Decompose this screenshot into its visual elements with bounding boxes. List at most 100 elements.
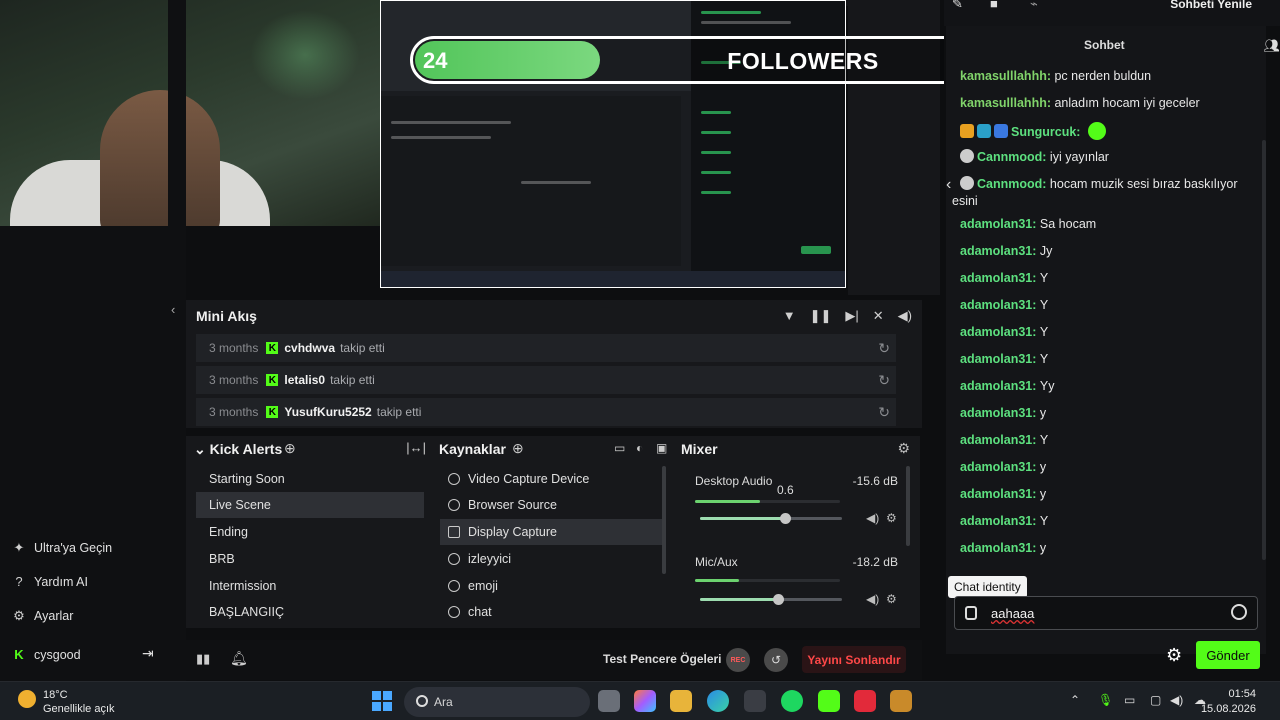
network-icon[interactable]: ▢ xyxy=(1150,693,1161,707)
window-icon[interactable]: ▭ xyxy=(614,441,625,455)
chat-collapse-icon[interactable]: ‹ xyxy=(946,176,951,194)
task-view-icon[interactable] xyxy=(598,690,620,712)
clock-time[interactable]: 01:54 xyxy=(1228,688,1256,700)
red-app-icon[interactable] xyxy=(854,690,876,712)
mixer-scrollbar[interactable] xyxy=(906,466,910,546)
volume-slider[interactable] xyxy=(700,598,842,601)
scene-transition-icon[interactable]: |↔| xyxy=(406,440,426,455)
clock-date[interactable]: 15.08.2026 xyxy=(1201,703,1256,715)
scene-item[interactable]: BAŞLANGIIÇ xyxy=(196,599,424,625)
game-app-icon[interactable] xyxy=(890,690,912,712)
pause-icon[interactable]: ❚❚ xyxy=(810,308,832,324)
edge-icon[interactable] xyxy=(707,690,729,712)
lock-icon[interactable]: ◐ xyxy=(636,441,643,455)
pen-icon[interactable]: ✎ xyxy=(952,0,963,12)
replay-icon[interactable]: ↻ xyxy=(878,404,890,421)
chat-username[interactable]: Cannmood xyxy=(977,150,1042,164)
chat-username[interactable]: adamolan31 xyxy=(960,298,1032,312)
taskbar-search[interactable]: Ara xyxy=(404,687,590,717)
add-scene-icon[interactable]: ⊕ xyxy=(284,440,296,457)
scene-item[interactable]: Starting Soon xyxy=(196,466,424,492)
chat-input[interactable]: aahaaa xyxy=(954,596,1258,630)
camera-icon[interactable]: ■ xyxy=(990,0,998,11)
collapse-arrow-icon[interactable]: ‹ xyxy=(171,302,175,317)
source-item[interactable]: Browser Source xyxy=(440,492,662,518)
file-explorer-icon[interactable] xyxy=(670,690,692,712)
tray-arrow-icon[interactable]: ⌃ xyxy=(1070,693,1080,707)
emoji-icon[interactable] xyxy=(1231,604,1247,620)
source-item[interactable]: izleyyici xyxy=(440,546,662,572)
source-item[interactable]: Video Capture Device xyxy=(440,466,662,492)
spotify-icon[interactable] xyxy=(781,690,803,712)
volume-slider[interactable] xyxy=(700,517,842,520)
replay-buffer-button[interactable]: ↺ xyxy=(764,648,788,672)
mic-icon[interactable]: 🎙︎ xyxy=(1098,693,1113,707)
chat-username[interactable]: adamolan31 xyxy=(960,325,1032,339)
weather-desc[interactable]: Genellikle açık xyxy=(43,703,115,715)
menu-help-ai[interactable]: ? Yardım AI xyxy=(12,574,88,589)
mute-alerts-icon[interactable]: ✕ xyxy=(873,308,884,324)
source-item[interactable]: chat xyxy=(440,599,662,625)
obs-icon[interactable] xyxy=(744,690,766,712)
chat-username[interactable]: adamolan31 xyxy=(960,352,1032,366)
start-icon[interactable] xyxy=(372,691,392,711)
source-item-active[interactable]: Display Capture xyxy=(440,519,662,545)
track-gear-icon[interactable]: ⚙ xyxy=(886,511,897,525)
send-button[interactable]: Gönder xyxy=(1196,641,1260,669)
volume-tray-icon[interactable]: ◀) xyxy=(1170,693,1183,707)
kick-app-icon[interactable] xyxy=(818,690,840,712)
chat-username[interactable]: kamasulllahhh xyxy=(960,69,1047,83)
chat-username[interactable]: adamolan31 xyxy=(960,379,1032,393)
source-item[interactable]: emoji xyxy=(440,573,662,599)
chat-username[interactable]: adamolan31 xyxy=(960,541,1032,555)
mixer-settings-icon[interactable]: ⚙ xyxy=(897,440,910,457)
weather-temp[interactable]: 18°C xyxy=(43,689,68,701)
track-gear-icon[interactable]: ⚙ xyxy=(886,592,897,606)
shield-icon[interactable] xyxy=(965,606,977,620)
replay-icon[interactable]: ↻ xyxy=(878,372,890,389)
chat-username[interactable]: adamolan31 xyxy=(960,406,1032,420)
users-icon[interactable]: 👥︎ xyxy=(1263,38,1280,54)
folder-icon[interactable]: ▣ xyxy=(656,441,667,455)
chat-username[interactable]: adamolan31 xyxy=(960,460,1032,474)
menu-ultra[interactable]: ✦ Ultra'ya Geçin xyxy=(12,540,113,556)
end-stream-button[interactable]: Yayını Sonlandır xyxy=(802,646,906,673)
add-source-icon[interactable]: ⊕ xyxy=(512,440,524,457)
skip-icon[interactable]: ▶| xyxy=(845,308,858,324)
scene-item[interactable]: BRB xyxy=(196,546,424,572)
chat-username[interactable]: adamolan31 xyxy=(960,514,1032,528)
copilot-icon[interactable] xyxy=(634,690,656,712)
chat-username[interactable]: adamolan31 xyxy=(960,487,1032,501)
menu-settings[interactable]: ⚙ Ayarlar xyxy=(12,608,73,624)
stats-icon[interactable]: ▮▮ xyxy=(196,651,210,667)
refresh-chat-link[interactable]: Sohbeti Yenile xyxy=(1170,0,1252,11)
chat-username[interactable]: Cannmood xyxy=(977,177,1042,191)
chat-username[interactable]: adamolan31 xyxy=(960,244,1032,258)
volume-icon[interactable]: ◀) xyxy=(898,308,912,324)
replay-icon[interactable]: ↻ xyxy=(878,340,890,357)
chat-username[interactable]: kamasulllahhh xyxy=(960,96,1047,110)
chat-username[interactable]: adamolan31 xyxy=(960,433,1032,447)
record-button[interactable]: REC xyxy=(726,648,750,672)
sources-scrollbar[interactable] xyxy=(662,466,666,574)
chat-username[interactable]: adamolan31 xyxy=(960,271,1032,285)
speaker-icon[interactable]: ◀) xyxy=(866,592,879,606)
scene-item[interactable]: Ending xyxy=(196,519,424,545)
volume-knob[interactable] xyxy=(773,594,785,605)
link-icon[interactable]: ⌁ xyxy=(1030,0,1038,12)
filter-icon[interactable]: ▼ xyxy=(783,308,796,324)
account-row[interactable]: K cysgood xyxy=(12,647,80,662)
weather-icon[interactable] xyxy=(18,690,36,708)
chat-settings-icon[interactable]: ⚙ xyxy=(1166,645,1182,666)
logout-icon[interactable]: ⇥ xyxy=(142,645,154,662)
volume-knob[interactable] xyxy=(780,513,792,524)
bell-icon[interactable]: 🔔︎ xyxy=(230,650,248,667)
scene-item[interactable]: Intermission xyxy=(196,573,424,599)
chat-scrollbar[interactable] xyxy=(1262,140,1266,560)
chat-username[interactable]: adamolan31 xyxy=(960,217,1032,231)
chat-username[interactable]: Sungurcuk xyxy=(1011,125,1076,139)
battery-icon[interactable]: ▭ xyxy=(1124,693,1135,707)
user-badge-icon xyxy=(960,149,974,163)
speaker-icon[interactable]: ◀) xyxy=(866,511,879,525)
scene-item-active[interactable]: Live Scene xyxy=(196,492,424,518)
